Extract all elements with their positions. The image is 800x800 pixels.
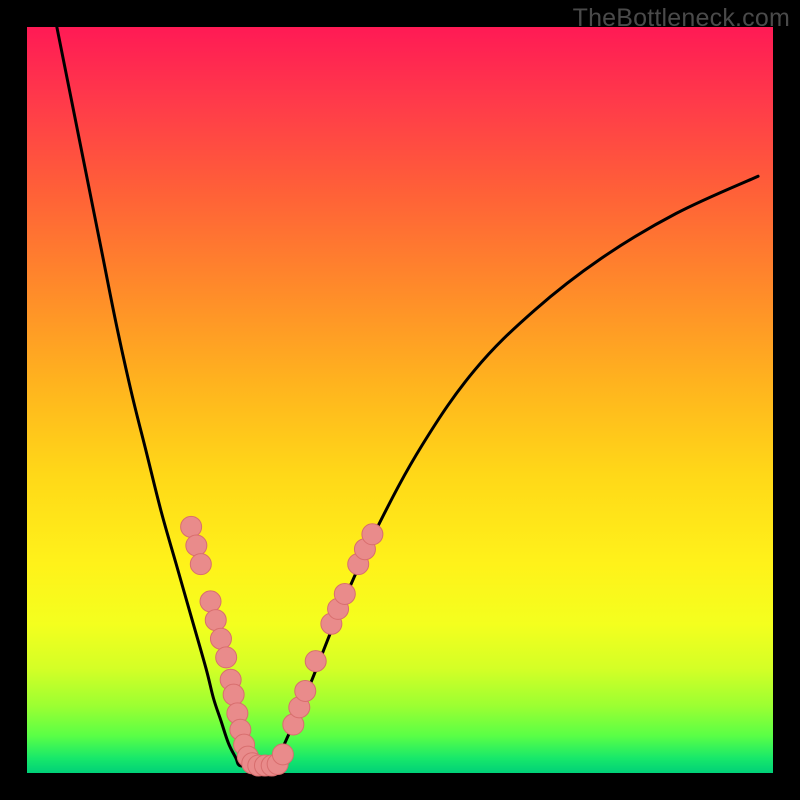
data-point-marker	[295, 680, 316, 701]
curve-group	[57, 27, 758, 768]
watermark-text: TheBottleneck.com	[573, 4, 790, 33]
data-point-marker	[181, 516, 202, 537]
data-point-marker	[272, 744, 293, 765]
data-point-marker	[305, 651, 326, 672]
data-point-marker	[334, 583, 355, 604]
data-point-marker	[210, 628, 231, 649]
marker-group	[181, 516, 383, 776]
data-point-marker	[186, 535, 207, 556]
data-point-marker	[362, 524, 383, 545]
chart-svg	[0, 0, 800, 800]
bottleneck-curve	[57, 27, 758, 768]
data-point-marker	[223, 684, 244, 705]
data-point-marker	[216, 647, 237, 668]
data-point-marker	[200, 591, 221, 612]
outer-frame: TheBottleneck.com	[0, 0, 800, 800]
data-point-marker	[190, 554, 211, 575]
data-point-marker	[205, 610, 226, 631]
